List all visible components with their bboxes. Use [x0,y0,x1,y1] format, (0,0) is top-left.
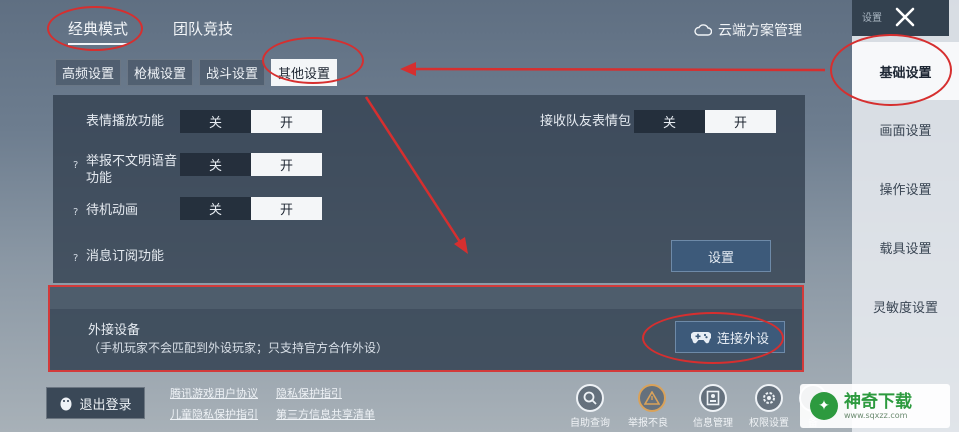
id-card-icon [699,384,727,412]
annotation-circle-classic [47,6,143,51]
cloud-icon [694,24,712,36]
annotation-circle-other [262,37,364,84]
idle-anim-toggle[interactable]: 关 开 [180,197,322,220]
receive-emote-off[interactable]: 关 [634,110,705,133]
sidebar-item-vehicle[interactable]: 载具设置 [852,218,959,276]
idle-anim-label: 待机动画 [86,203,139,218]
close-icon[interactable] [894,6,916,28]
watermark-name: 神奇下载 [844,391,912,412]
subtab-high-frequency[interactable]: 高频设置 [55,59,122,86]
sidebar-header: 设置 [852,0,949,36]
external-device-desc: （手机玩家不会匹配到外设玩家；只支持官方合作外设） [88,341,389,355]
receive-emote-on[interactable]: 开 [705,110,776,133]
watermark-url: www.sqxzz.com [844,410,908,420]
sidebar-item-graphics[interactable]: 画面设置 [852,100,959,158]
sidebar-item-controls[interactable]: 操作设置 [852,159,959,217]
msg-sub-settings-button[interactable]: 设置 [671,240,771,272]
privacy-guide-link[interactable]: 隐私保护指引 [276,385,342,401]
help-icon[interactable]: ? [73,160,78,171]
external-device-title: 外接设备 [88,323,141,338]
report-voice-bottom-label: 举报不良语音 [628,418,668,429]
watermark: ✦ 神奇下载 www.sqxzz.com [800,384,950,428]
logout-label: 退出登录 [79,397,132,413]
logout-button[interactable]: 退出登录 [46,387,145,419]
info-manage-label: 信息管理 [693,418,733,429]
info-manage-button[interactable]: 信息管理 [689,384,737,429]
third-party-list-link[interactable]: 第三方信息共享清单 [276,406,375,422]
receive-emote-label: 接收队友表情包 [540,114,632,129]
gear-icon [755,384,783,412]
self-query-button[interactable]: 自助查询 [566,384,614,429]
search-icon [576,384,604,412]
tab-team-deathmatch[interactable]: 团队竞技 [173,18,233,39]
emote-play-off[interactable]: 关 [180,110,251,133]
self-query-label: 自助查询 [570,418,610,429]
settings-title: 设置 [862,13,882,24]
report-voice-on[interactable]: 开 [251,153,322,176]
report-voice-label-line1: 举报不文明语音 [86,154,178,169]
subtab-weapon[interactable]: 枪械设置 [127,59,194,86]
help-icon[interactable]: ? [73,207,78,218]
idle-anim-off[interactable]: 关 [180,197,251,220]
annotation-circle-basic [830,34,952,106]
subtab-combat[interactable]: 战斗设置 [199,59,266,86]
warning-icon [638,384,666,412]
penguin-icon [60,397,72,411]
report-voice-toggle[interactable]: 关 开 [180,153,322,176]
report-voice-button[interactable]: 举报不良语音 [628,384,676,432]
cloud-scheme-label: 云端方案管理 [718,23,802,39]
idle-anim-on[interactable]: 开 [251,197,322,220]
report-voice-off[interactable]: 关 [180,153,251,176]
permission-button[interactable]: 权限设置 [745,384,793,429]
report-voice-label: 举报不文明语音 功能 [86,153,177,187]
emote-play-label: 表情播放功能 [86,114,165,129]
cloud-scheme-button[interactable]: 云端方案管理 [694,20,802,40]
child-privacy-link[interactable]: 儿童隐私保护指引 [170,406,258,422]
msg-sub-label: 消息订阅功能 [86,249,165,264]
section-divider [50,287,802,309]
user-agreement-link[interactable]: 腾讯游戏用户协议 [170,385,258,401]
permission-label: 权限设置 [749,418,789,429]
receive-emote-toggle[interactable]: 关 开 [634,110,776,133]
sidebar-item-sensitivity[interactable]: 灵敏度设置 [852,277,959,335]
watermark-logo-icon: ✦ [810,392,838,420]
report-voice-label-line2: 功能 [86,171,113,186]
emote-play-toggle[interactable]: 关 开 [180,110,322,133]
help-icon[interactable]: ? [73,253,78,264]
emote-play-on[interactable]: 开 [251,110,322,133]
annotation-circle-connect [642,312,784,364]
